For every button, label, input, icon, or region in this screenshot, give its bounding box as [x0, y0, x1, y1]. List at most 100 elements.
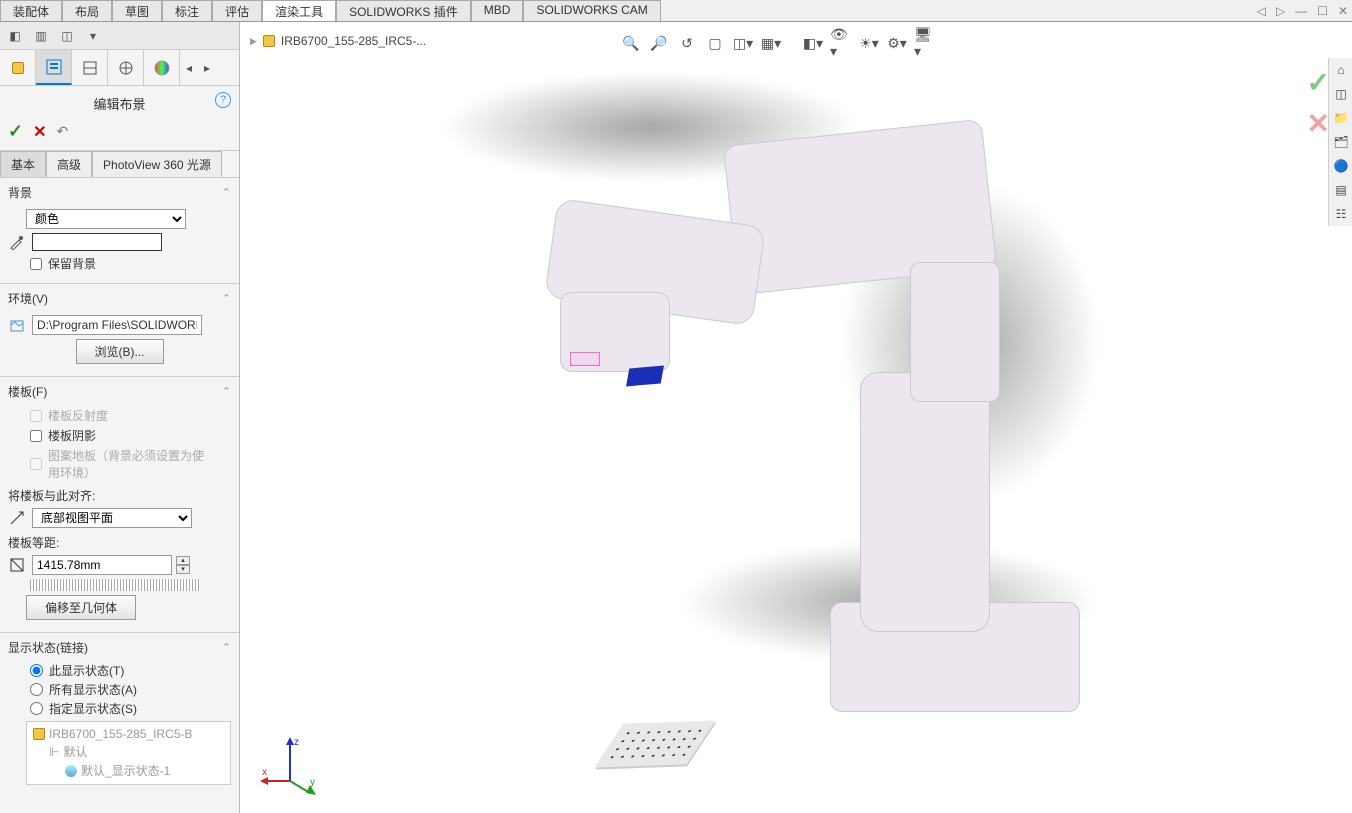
- manager-tab-config[interactable]: [72, 50, 108, 85]
- help-icon[interactable]: ?: [215, 92, 231, 108]
- floor-distance-label: 楼板等距:: [8, 534, 231, 551]
- breadcrumb-doc-name[interactable]: IRB6700_155-285_IRC5-...: [281, 34, 426, 48]
- tab-mbd[interactable]: MBD: [471, 0, 524, 21]
- tab-sw-addins[interactable]: SOLIDWORKS 插件: [336, 0, 471, 21]
- tab-render-tools[interactable]: 渲染工具: [262, 0, 336, 21]
- section-display-state: 显示状态(链接) ⌃ 此显示状态(T) 所有显示状态(A) 指定显示状态(S) …: [0, 633, 239, 793]
- floor-pattern-label: 图案地板（背景必须设置为使用环境）: [48, 447, 208, 481]
- ds-spec-radio[interactable]: [30, 702, 43, 715]
- scene-sub-tabs: 基本 高级 PhotoView 360 光源: [0, 151, 239, 178]
- ds-spec-label: 指定显示状态(S): [49, 700, 137, 717]
- manager-tab-display[interactable]: [144, 50, 180, 85]
- quick-icon-1[interactable]: ◧: [4, 25, 26, 47]
- taskpane-custom-props-icon[interactable]: ☷: [1331, 204, 1351, 224]
- ds-all-label: 所有显示状态(A): [49, 681, 137, 698]
- confirm-corner-ok[interactable]: ✓: [1307, 66, 1330, 99]
- apply-scene-icon[interactable]: ☀▾: [858, 32, 880, 54]
- prev-window-icon[interactable]: ◁: [1257, 4, 1266, 18]
- section-background-header[interactable]: 背景 ⌃: [8, 184, 231, 205]
- taskpane-view-palette-icon[interactable]: 🔵: [1331, 156, 1351, 176]
- floor-shadow-checkbox[interactable]: [30, 430, 42, 442]
- eyedropper-icon[interactable]: [8, 233, 26, 251]
- offset-to-geometry-button[interactable]: 偏移至几何体: [26, 595, 136, 620]
- next-window-icon[interactable]: ▷: [1276, 4, 1285, 18]
- display-state-tree[interactable]: IRB6700_155-285_IRC5-B ⊩默认 默认_显示状态-1: [26, 721, 231, 785]
- floor-distance-slider[interactable]: [30, 579, 200, 591]
- taskpane-appearances-icon[interactable]: ▤: [1331, 180, 1351, 200]
- feature-manager-icon: [12, 62, 24, 74]
- undo-button[interactable]: ↶: [57, 123, 69, 140]
- taskpane-resources-icon[interactable]: ◫: [1331, 84, 1351, 104]
- display-style-icon[interactable]: ▦▾: [760, 32, 782, 54]
- render-tools-icon[interactable]: 🖥▾: [914, 32, 936, 54]
- quick-icon-3[interactable]: ◫: [56, 25, 78, 47]
- section-floor-header[interactable]: 楼板(F) ⌃: [8, 383, 231, 404]
- subtab-advanced[interactable]: 高级: [46, 151, 92, 177]
- section-background-label: 背景: [8, 184, 32, 201]
- view-settings-icon[interactable]: ⚙▾: [886, 32, 908, 54]
- taskpane-home-icon[interactable]: ⌂: [1331, 60, 1351, 80]
- section-floor-label: 楼板(F): [8, 383, 47, 400]
- collapse-icon: ⌃: [222, 385, 231, 398]
- section-environment-label: 环境(V): [8, 290, 48, 307]
- section-view-icon[interactable]: ▢: [704, 32, 726, 54]
- floor-distance-input[interactable]: [32, 555, 172, 575]
- tab-assembly[interactable]: 装配体: [0, 0, 62, 21]
- background-type-select[interactable]: 颜色: [26, 209, 186, 229]
- zoom-fit-icon[interactable]: 🔍: [620, 32, 642, 54]
- confirm-corner-cancel[interactable]: ✕: [1307, 107, 1330, 140]
- taskpane-design-library-icon[interactable]: 📁: [1331, 108, 1351, 128]
- edit-appearance-icon[interactable]: 👁▾: [830, 32, 852, 54]
- panel-title-row: 编辑布景 ?: [0, 86, 239, 117]
- hide-show-icon[interactable]: ◧▾: [802, 32, 824, 54]
- dim-manager-icon: [117, 59, 135, 77]
- heads-up-toolbar: 🔍 🔎 ↺ ▢ ◫▾ ▦▾ ◧▾ 👁▾ ☀▾ ⚙▾ 🖥▾: [620, 32, 936, 54]
- display-state-icon: [65, 765, 77, 777]
- subtab-photoview[interactable]: PhotoView 360 光源: [92, 151, 222, 177]
- manager-tabs-prev[interactable]: ◂: [180, 50, 198, 85]
- tab-annotate[interactable]: 标注: [162, 0, 212, 21]
- view-triad[interactable]: z x y: [260, 735, 320, 795]
- tab-sketch[interactable]: 草图: [112, 0, 162, 21]
- ok-button[interactable]: ✓: [8, 121, 23, 142]
- property-panel: ◧ ▥ ◫ ▾ ◂ ▸ 编辑布景 ? ✓ ✕ ↶ 基本 高级 PhotoView…: [0, 22, 240, 813]
- property-manager-icon: [45, 58, 63, 76]
- distance-icon: [8, 556, 26, 574]
- keep-background-checkbox[interactable]: [30, 258, 42, 270]
- manager-tab-feature[interactable]: [0, 50, 36, 85]
- environment-path-input[interactable]: [32, 315, 202, 335]
- close-icon[interactable]: ✕: [1338, 4, 1348, 18]
- quick-icon-2[interactable]: ▥: [30, 25, 52, 47]
- subtab-basic[interactable]: 基本: [0, 151, 46, 177]
- section-display-state-label: 显示状态(链接): [8, 639, 88, 656]
- section-environment-header[interactable]: 环境(V) ⌃: [8, 290, 231, 311]
- manager-tabs-next[interactable]: ▸: [198, 50, 216, 85]
- taskpane-file-explorer-icon[interactable]: 🗂: [1331, 132, 1351, 152]
- spinner-up[interactable]: ▴: [176, 556, 190, 565]
- minimize-icon[interactable]: —: [1295, 4, 1307, 18]
- tab-layout[interactable]: 布局: [62, 0, 112, 21]
- quick-dropdown-icon[interactable]: ▾: [82, 25, 104, 47]
- manager-tab-property[interactable]: [36, 50, 72, 85]
- background-color-swatch[interactable]: [32, 233, 162, 251]
- browse-button[interactable]: 浏览(B)...: [76, 339, 164, 364]
- breadcrumb-expand-icon[interactable]: ▶: [250, 36, 257, 47]
- tree-root-label: IRB6700_155-285_IRC5-B: [49, 727, 192, 741]
- view-orientation-icon[interactable]: ◫▾: [732, 32, 754, 54]
- section-display-state-header[interactable]: 显示状态(链接) ⌃: [8, 639, 231, 660]
- ds-this-radio[interactable]: [30, 664, 43, 677]
- manager-tabs: ◂ ▸: [0, 50, 239, 86]
- ds-all-radio[interactable]: [30, 683, 43, 696]
- assembly-icon: [33, 728, 45, 740]
- zoom-area-icon[interactable]: 🔎: [648, 32, 670, 54]
- previous-view-icon[interactable]: ↺: [676, 32, 698, 54]
- confirm-row: ✓ ✕ ↶: [0, 117, 239, 151]
- maximize-icon[interactable]: ☐: [1317, 4, 1328, 18]
- manager-tab-dim[interactable]: [108, 50, 144, 85]
- tab-evaluate[interactable]: 评估: [212, 0, 262, 21]
- floor-align-select[interactable]: 底部视图平面: [32, 508, 192, 528]
- tab-sw-cam[interactable]: SOLIDWORKS CAM: [523, 0, 660, 21]
- graphics-viewport[interactable]: ▶ IRB6700_155-285_IRC5-... 🔍 🔎 ↺ ▢ ◫▾ ▦▾…: [240, 22, 1352, 813]
- cancel-button[interactable]: ✕: [33, 122, 46, 142]
- spinner-down[interactable]: ▾: [176, 565, 190, 574]
